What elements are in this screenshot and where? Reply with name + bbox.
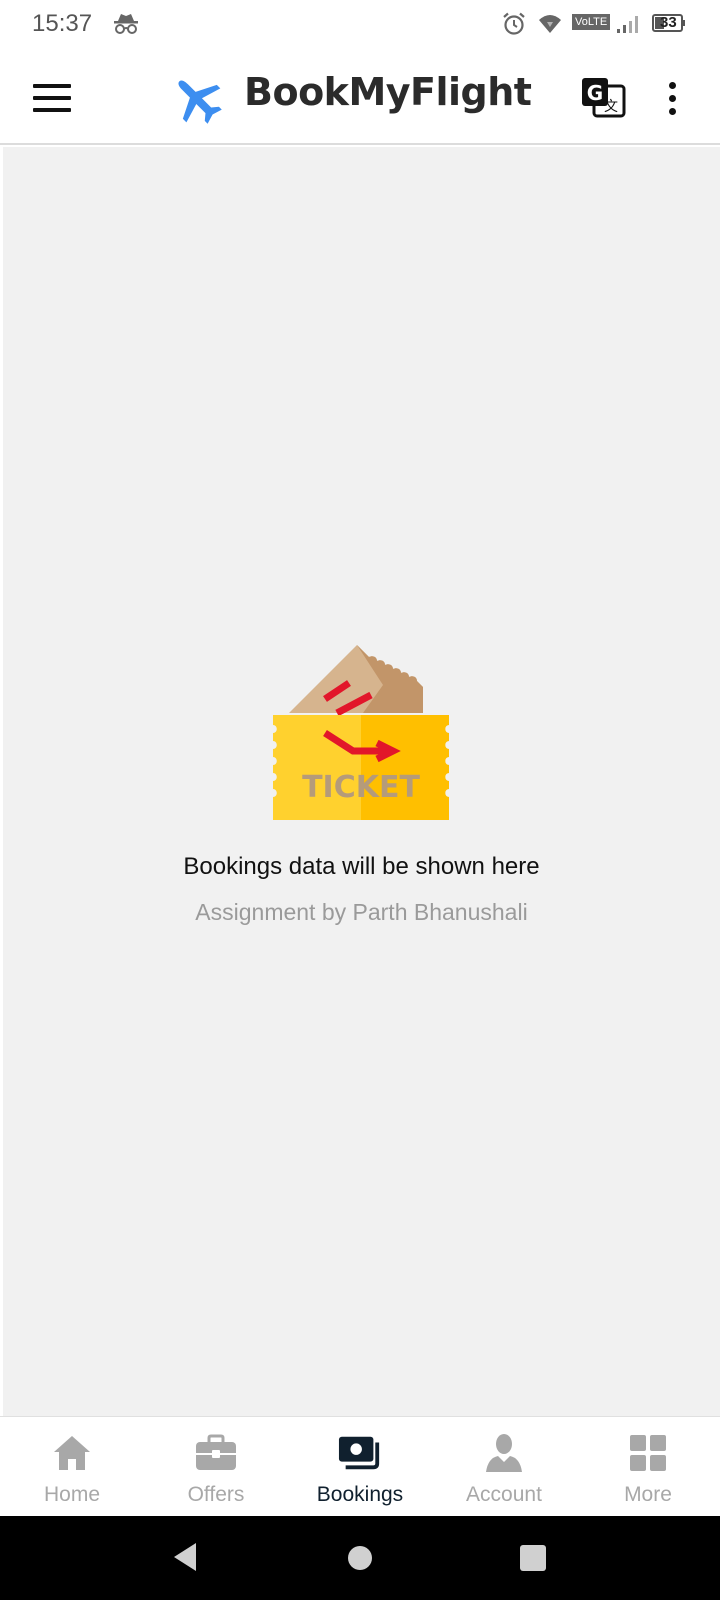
system-navigation-bar [0,1516,720,1600]
grid-icon [626,1431,670,1475]
app-title: BookMyFlight [244,70,532,114]
status-time: 15:37 [32,10,93,37]
status-bar: 15:37 VoLTE 33 [0,0,720,50]
empty-state-subtitle: Assignment by Parth Bhanushali [195,899,528,925]
svg-text:文: 文 [604,99,618,115]
google-translate-icon[interactable]: G 文 [580,74,628,122]
empty-state-title: Bookings data will be shown here [183,853,540,880]
home-icon [50,1431,94,1475]
back-icon[interactable] [170,1540,200,1579]
account-icon [482,1431,526,1475]
nav-item-account[interactable]: Account [432,1417,576,1516]
app-bar: BookMyFlight G 文 [0,50,720,145]
more-vert-icon[interactable] [650,74,694,122]
svg-text:G: G [587,81,603,105]
briefcase-icon [194,1431,238,1475]
volte-badge: VoLTE [572,14,611,30]
hamburger-menu-icon[interactable] [24,74,80,122]
nav-label-bookings: Bookings [316,1483,404,1506]
battery-level: 33 [660,14,677,31]
recents-icon[interactable] [520,1545,546,1576]
home-circle-icon[interactable] [346,1544,374,1577]
bottom-navigation: Home Offers Bookings Account More [0,1416,720,1516]
nav-label-home: Home [43,1483,101,1506]
ticket-label: TICKET [302,770,420,805]
ticket-illustration: TICKET [273,645,449,830]
nav-item-offers[interactable]: Offers [144,1417,288,1516]
airplane-icon [170,72,224,131]
nav-item-home[interactable]: Home [0,1417,144,1516]
signal-icon [616,12,642,41]
nav-label-offers: Offers [187,1483,245,1506]
nav-label-account: Account [466,1483,542,1506]
nav-item-bookings[interactable]: Bookings [288,1417,432,1516]
bookings-content: TICKET Bookings data will be shown here … [3,147,720,1417]
nav-item-more[interactable]: More [576,1417,720,1516]
incognito-icon [113,12,139,41]
wifi-icon [538,12,562,41]
alarm-icon [502,12,526,41]
nav-label-more: More [624,1483,672,1506]
bookings-icon [338,1431,382,1475]
